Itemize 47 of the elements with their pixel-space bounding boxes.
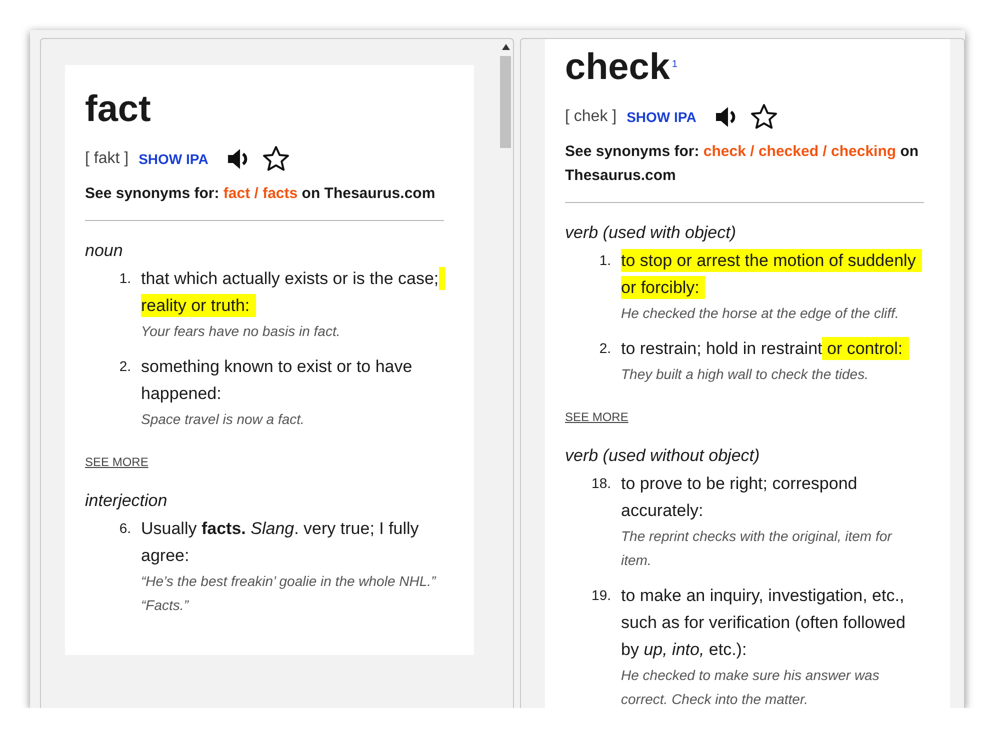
star-icon[interactable] — [262, 145, 290, 172]
example-sentence: Space travel is now a fact. — [141, 410, 306, 429]
synonym-link[interactable]: fact — [223, 185, 250, 202]
definition-text: to stop or arrest the motion of suddenly or forcibly: — [621, 247, 924, 301]
pronunciation: [ chek ] — [565, 108, 617, 126]
example-sentence: The reprint checks with the original, item for item. — [621, 527, 894, 570]
show-ipa-link[interactable]: SHOW IPA — [138, 150, 208, 166]
definition-text: to restrain; hold in restraint or control: — [621, 335, 924, 362]
show-ipa-link[interactable]: SHOW IPA — [626, 108, 696, 124]
scroll-thumb[interactable] — [500, 56, 511, 148]
sense-number: 18. — [590, 474, 612, 493]
synonym-separator: / — [750, 143, 754, 160]
example-sentence: They built a high wall to check the tides. — [621, 365, 870, 384]
part-of-speech: verb (used with object) — [565, 223, 738, 243]
pronunciation: [ fakt ] — [85, 150, 129, 168]
definition-text: that which actually exists or is the case; reality or truth: — [141, 265, 444, 319]
synonym-link[interactable]: facts — [262, 185, 298, 202]
star-icon[interactable] — [750, 103, 778, 130]
example-sentence: He checked the horse at the edge of the cliff. — [621, 304, 900, 323]
headword: fact — [85, 87, 151, 131]
definition-text: something known to exist or to have happened: — [141, 356, 414, 405]
synonym-separator: / — [822, 143, 827, 160]
part-of-speech: interjection — [85, 491, 168, 511]
synonym-separator: / — [254, 185, 258, 202]
synonym-link[interactable]: checking — [831, 143, 896, 160]
part-of-speech: verb (used without object) — [565, 446, 761, 466]
sense-number: 2. — [118, 357, 132, 376]
example-sentence: He checked to make sure his answer was correct. Check into the matter. — [621, 666, 880, 708]
synonym-link[interactable]: checked — [758, 143, 818, 160]
see-more-link[interactable]: SEE MORE — [565, 410, 628, 424]
sense-number: 1. — [118, 269, 132, 288]
sense-number: 6. — [118, 519, 132, 538]
part-of-speech: noun — [85, 241, 124, 261]
sense-number: 19. — [590, 586, 612, 605]
example-sentence: Your fears have no basis in fact. — [141, 322, 342, 341]
synonyms-line: See synonyms for: check / checked / checking on Thesaurus.com — [565, 142, 920, 186]
definition-text: Usually facts. Slang. very true; I fully agree: — [141, 518, 420, 567]
definition-text: to prove to be right; correspond accurately: — [621, 473, 858, 522]
synonyms-line: See synonyms for: fact / facts on Thesaurus.com — [85, 184, 436, 204]
headword: check$^{1}$ — [565, 45, 678, 89]
sense-number: 1. — [598, 251, 612, 270]
definition-text: to make an inquiry, investigation, etc., such as for verification (often followed by up, into, etc.): — [621, 585, 906, 661]
see-more-link[interactable]: SEE MORE — [85, 455, 148, 469]
example-sentence: “He’s the best freakin’ goalie in the whole NHL.” “Facts.” — [141, 572, 438, 615]
scroll-up-icon[interactable] — [502, 44, 510, 50]
sense-number: 2. — [598, 339, 612, 358]
synonym-link[interactable]: check — [703, 143, 746, 160]
